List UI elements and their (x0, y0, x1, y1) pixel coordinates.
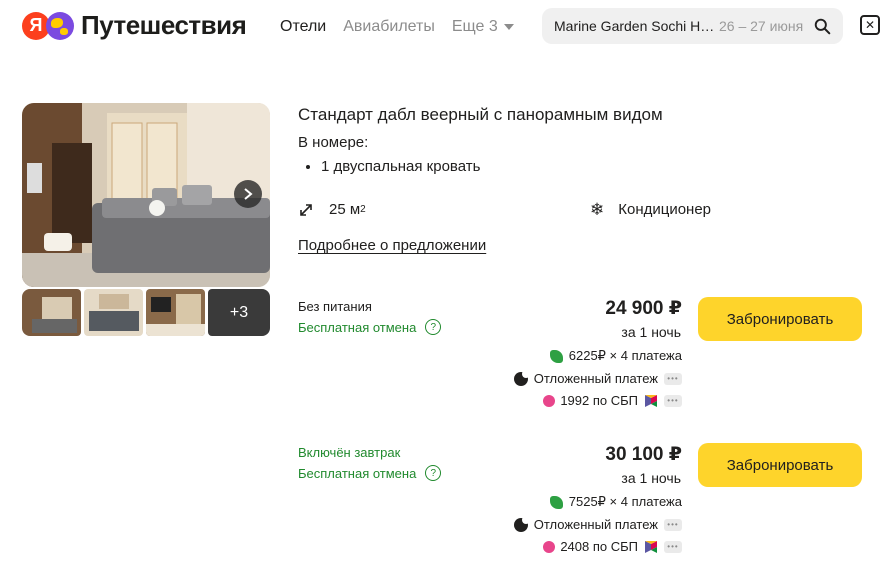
offer-row: Включён завтрак Бесплатная отмена ? 30 1… (0, 0, 892, 554)
split-icon (549, 495, 563, 509)
bed-info: 1 двуспальная кровать (306, 158, 480, 175)
offer-per-night: за 1 ночь (621, 324, 681, 340)
book-button[interactable]: Забронировать (698, 443, 862, 487)
expand-icon (300, 203, 312, 216)
moon-icon (513, 369, 530, 386)
book-button[interactable]: Забронировать (698, 297, 862, 341)
deferred-label: Отложенный платеж (533, 517, 658, 532)
more-dots-icon[interactable]: ••• (664, 372, 682, 385)
in-room-heading: В номере: (298, 134, 369, 151)
room-area: 25 м2 (298, 201, 366, 218)
thumbnail[interactable] (22, 289, 81, 336)
cashback-icon (543, 394, 556, 407)
amenity-ac: ❄ Кондиционер (590, 201, 711, 218)
split-label: 6225₽ × 4 платежа (568, 348, 682, 363)
moon-icon (513, 515, 530, 532)
sbp-logo-icon (645, 540, 657, 553)
details-link[interactable]: Подробнее о предложении (298, 237, 486, 254)
bed-label: 1 двуспальная кровать (321, 158, 481, 175)
offer-price: 30 100 ₽ (605, 444, 682, 465)
thumbnail-strip: +3 (22, 289, 273, 336)
gallery-next-button[interactable] (234, 180, 262, 208)
cashback-icon (543, 540, 556, 553)
amenity-label: Кондиционер (618, 201, 712, 218)
thumbnail-image (84, 289, 143, 336)
split-icon (549, 349, 563, 363)
deferred-payment[interactable]: Отложенный платеж ••• (513, 515, 682, 532)
deferred-payment[interactable]: Отложенный платеж ••• (513, 369, 682, 386)
area-unit-sup: 2 (360, 204, 366, 215)
offer-price: 24 900 ₽ (605, 298, 682, 319)
sbp-payment[interactable]: 1992 по СБП ••• (543, 393, 682, 408)
cancellation-label: Бесплатная отмена (298, 319, 417, 335)
thumbnail-more[interactable]: +3 (208, 289, 270, 336)
cancellation-label: Бесплатная отмена (298, 465, 417, 481)
thumbnail[interactable] (146, 289, 205, 336)
offer-cancellation: Бесплатная отмена ? (298, 465, 442, 481)
chevron-right-icon (244, 188, 253, 200)
thumbnail-image (146, 289, 205, 336)
more-dots-icon[interactable]: ••• (664, 518, 682, 531)
deferred-label: Отложенный платеж (533, 371, 658, 386)
split-label: 7525₽ × 4 платежа (568, 494, 682, 509)
room-photo-image (22, 103, 270, 287)
help-icon[interactable]: ? (425, 465, 442, 481)
sbp-logo-icon (645, 394, 657, 407)
offer-cancellation: Бесплатная отмена ? (298, 319, 442, 335)
sbp-payment[interactable]: 2408 по СБП ••• (543, 539, 682, 554)
sbp-label: 2408 по СБП (560, 539, 638, 554)
thumbnail[interactable] (84, 289, 143, 336)
area-value: 25 м (329, 201, 361, 218)
offer-meal: Без питания (298, 299, 372, 314)
snowflake-icon: ❄ (590, 200, 605, 219)
more-dots-icon[interactable]: ••• (664, 394, 682, 407)
sbp-label: 1992 по СБП (560, 393, 638, 408)
more-dots-icon[interactable]: ••• (664, 540, 682, 553)
room-main-photo[interactable] (22, 103, 270, 287)
offer-per-night: за 1 ночь (621, 470, 681, 486)
bullet-icon (306, 164, 310, 169)
split-payment[interactable]: 7525₽ × 4 платежа (549, 494, 682, 510)
thumbnail-image (22, 289, 81, 336)
offer-meal: Включён завтрак (298, 445, 401, 460)
help-icon[interactable]: ? (425, 319, 442, 335)
split-payment[interactable]: 6225₽ × 4 платежа (549, 348, 682, 364)
